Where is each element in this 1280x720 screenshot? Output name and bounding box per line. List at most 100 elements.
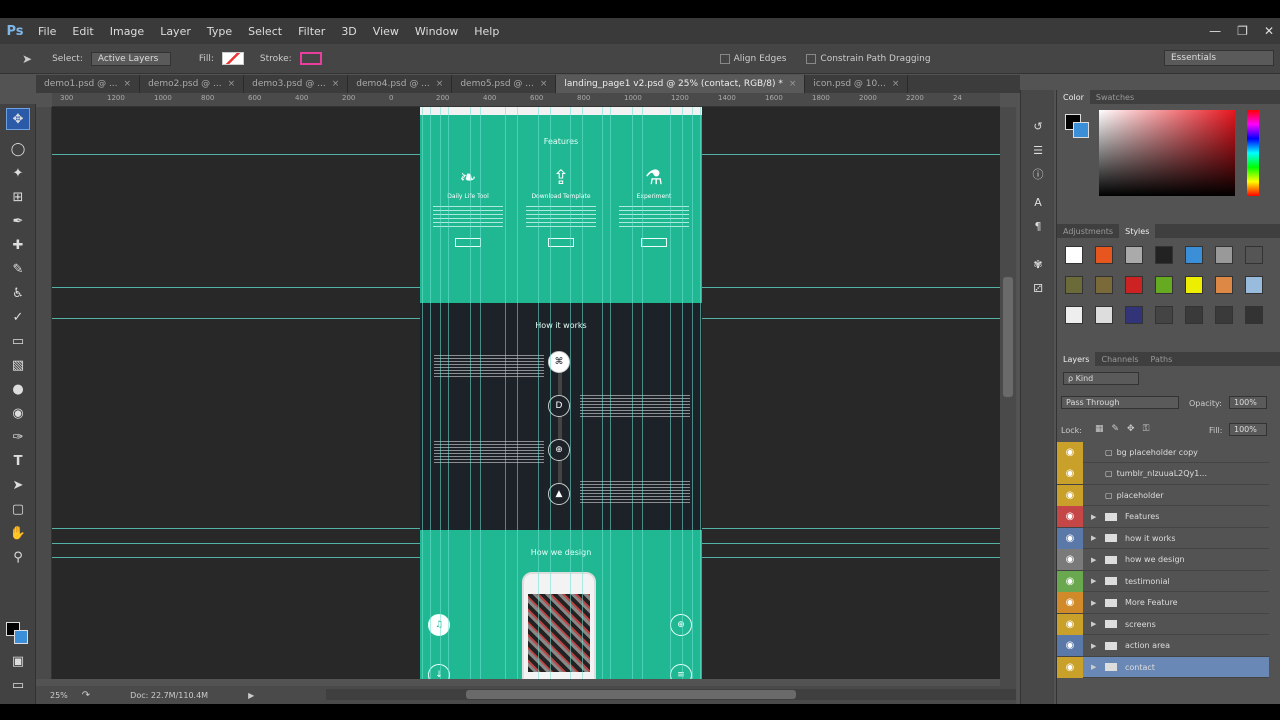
style-swatch[interactable]	[1095, 276, 1113, 294]
expand-arrow-icon[interactable]: ▶	[1091, 534, 1101, 542]
minimize-icon[interactable]: —	[1209, 24, 1221, 38]
document-tab[interactable]: demo1.psd @ ... ×	[36, 75, 141, 93]
move-tool-icon[interactable]: ✥	[6, 108, 30, 130]
restore-icon[interactable]: ❐	[1237, 24, 1248, 38]
vertical-scrollbar[interactable]	[1000, 107, 1016, 693]
tab-close-icon[interactable]: ×	[540, 79, 548, 89]
visibility-eye-icon[interactable]: ◉	[1057, 506, 1083, 527]
crop-tool-icon[interactable]: ⊞	[6, 186, 30, 208]
visibility-eye-icon[interactable]: ◉	[1057, 592, 1083, 613]
brush-preset-icon[interactable]: ✾	[1029, 256, 1047, 274]
rectangle-tool-icon[interactable]: ▢	[6, 498, 30, 520]
fill-input[interactable]: 100%	[1229, 423, 1267, 436]
horizontal-scroll-thumb[interactable]	[466, 690, 796, 699]
lasso-tool-icon[interactable]: ◯	[6, 138, 30, 160]
menu-view[interactable]: View	[365, 25, 407, 38]
style-swatch[interactable]	[1215, 276, 1233, 294]
vertical-scroll-thumb[interactable]	[1003, 277, 1013, 397]
stroke-swatch[interactable]	[299, 52, 322, 65]
style-swatch[interactable]	[1245, 246, 1263, 264]
tab-styles[interactable]: Styles	[1119, 224, 1156, 238]
path-select-tool-icon[interactable]: ➤	[22, 52, 32, 66]
expand-arrow-icon[interactable]: ▶	[1091, 577, 1101, 585]
history-icon[interactable]: ↺	[1029, 118, 1047, 136]
stamp-tool-icon[interactable]: ♿	[6, 282, 30, 304]
select-dropdown[interactable]: Active Layers	[90, 51, 171, 66]
tab-close-icon[interactable]: ×	[892, 79, 900, 89]
visibility-eye-icon[interactable]: ◉	[1057, 484, 1083, 506]
style-swatch[interactable]	[1155, 246, 1173, 264]
tab-layers[interactable]: Layers	[1057, 352, 1096, 366]
blur-tool-icon[interactable]: ●	[6, 378, 30, 400]
fill-swatch[interactable]	[221, 52, 244, 65]
style-swatch[interactable]	[1185, 246, 1203, 264]
layer-row[interactable]: ◉ ▶ More Feature	[1057, 592, 1269, 614]
properties-icon[interactable]: ☰	[1029, 142, 1047, 160]
layer-row[interactable]: ◉ ▢ placeholder	[1057, 484, 1269, 506]
pen-tool-icon[interactable]: ✑	[6, 426, 30, 448]
style-swatch[interactable]	[1125, 306, 1143, 324]
menu-filter[interactable]: Filter	[290, 25, 333, 38]
brush-tool-icon[interactable]: ✎	[6, 258, 30, 280]
tab-color[interactable]: Color	[1057, 90, 1090, 104]
expand-arrow-icon[interactable]: ▶	[1091, 556, 1101, 564]
screen-mode-icon[interactable]: ▭	[6, 674, 30, 696]
tab-close-icon[interactable]: ×	[789, 79, 797, 89]
style-swatch[interactable]	[1245, 306, 1263, 324]
style-swatch[interactable]	[1065, 306, 1083, 324]
visibility-eye-icon[interactable]: ◉	[1057, 613, 1083, 635]
menu-edit[interactable]: Edit	[64, 25, 101, 38]
tab-close-icon[interactable]: ×	[228, 79, 236, 89]
document-tab[interactable]: landing_page1 v2.psd @ 25% (contact, RGB…	[556, 75, 806, 93]
hand-tool-icon[interactable]: ✋	[6, 522, 30, 544]
layer-row[interactable]: ◉ ▢ bg placeholder copy	[1057, 441, 1269, 463]
constrain-path-checkbox[interactable]: Constrain Path Dragging	[806, 53, 931, 64]
dodge-tool-icon[interactable]: ◉	[6, 402, 30, 424]
clone-source-icon[interactable]: ⚂	[1029, 280, 1047, 298]
document-tab[interactable]: demo5.psd @ ... ×	[452, 75, 557, 93]
visibility-eye-icon[interactable]: ◉	[1057, 463, 1083, 484]
layer-row[interactable]: ◉ ▶ how we design	[1057, 549, 1269, 571]
layer-row[interactable]: ◉ ▢ tumblr_nlzuuaL2Qy1...	[1057, 463, 1269, 485]
document-canvas[interactable]: Features ❧ Daily Life Tool ⇪ Download Te…	[52, 107, 1000, 679]
menu-file[interactable]: File	[30, 25, 64, 38]
document-tab[interactable]: demo4.psd @ ... ×	[348, 75, 453, 93]
layer-row[interactable]: ◉ ▶ contact	[1057, 656, 1269, 678]
menu-select[interactable]: Select	[240, 25, 290, 38]
info-icon[interactable]: ⓘ	[1029, 166, 1047, 184]
visibility-eye-icon[interactable]: ◉	[1057, 549, 1083, 570]
style-swatch[interactable]	[1215, 246, 1233, 264]
horizontal-scrollbar[interactable]	[326, 689, 1016, 700]
document-tab[interactable]: demo2.psd @ ... ×	[140, 75, 245, 93]
expand-arrow-icon[interactable]: ▶	[1091, 663, 1101, 671]
close-icon[interactable]: ✕	[1264, 24, 1274, 38]
visibility-eye-icon[interactable]: ◉	[1057, 441, 1083, 463]
background-color-swatch[interactable]	[14, 630, 28, 644]
layer-row[interactable]: ◉ ▶ action area	[1057, 635, 1269, 657]
type-tool-icon[interactable]: T	[6, 450, 30, 472]
menu-image[interactable]: Image	[102, 25, 152, 38]
workspace-dropdown[interactable]: Essentials	[1164, 50, 1274, 66]
tab-close-icon[interactable]: ×	[332, 79, 340, 89]
align-edges-checkbox[interactable]: Align Edges	[719, 53, 786, 64]
layer-filter-kind[interactable]: ρ Kind	[1063, 372, 1139, 385]
style-swatch[interactable]	[1065, 246, 1083, 264]
layer-row[interactable]: ◉ ▶ testimonial	[1057, 570, 1269, 592]
visibility-eye-icon[interactable]: ◉	[1057, 635, 1083, 656]
style-swatch[interactable]	[1125, 276, 1143, 294]
visibility-eye-icon[interactable]: ◉	[1057, 656, 1083, 678]
path-selection-icon[interactable]: ➤	[6, 474, 30, 496]
lock-icons[interactable]: ▦✎✥⚿	[1095, 424, 1157, 434]
style-swatch[interactable]	[1215, 306, 1233, 324]
expand-arrow-icon[interactable]: ▶	[1091, 513, 1101, 521]
style-swatch[interactable]	[1185, 276, 1203, 294]
blend-mode-dropdown[interactable]: Pass Through	[1061, 396, 1179, 409]
zoom-tool-icon[interactable]: ⚲	[6, 546, 30, 568]
style-swatch[interactable]	[1065, 276, 1083, 294]
hue-slider[interactable]	[1247, 110, 1259, 196]
character-icon[interactable]: A	[1029, 194, 1047, 212]
color-picker-field[interactable]	[1099, 110, 1235, 196]
quick-mask-icon[interactable]: ▣	[6, 650, 30, 672]
menu-help[interactable]: Help	[466, 25, 507, 38]
background-color[interactable]	[1073, 122, 1089, 138]
